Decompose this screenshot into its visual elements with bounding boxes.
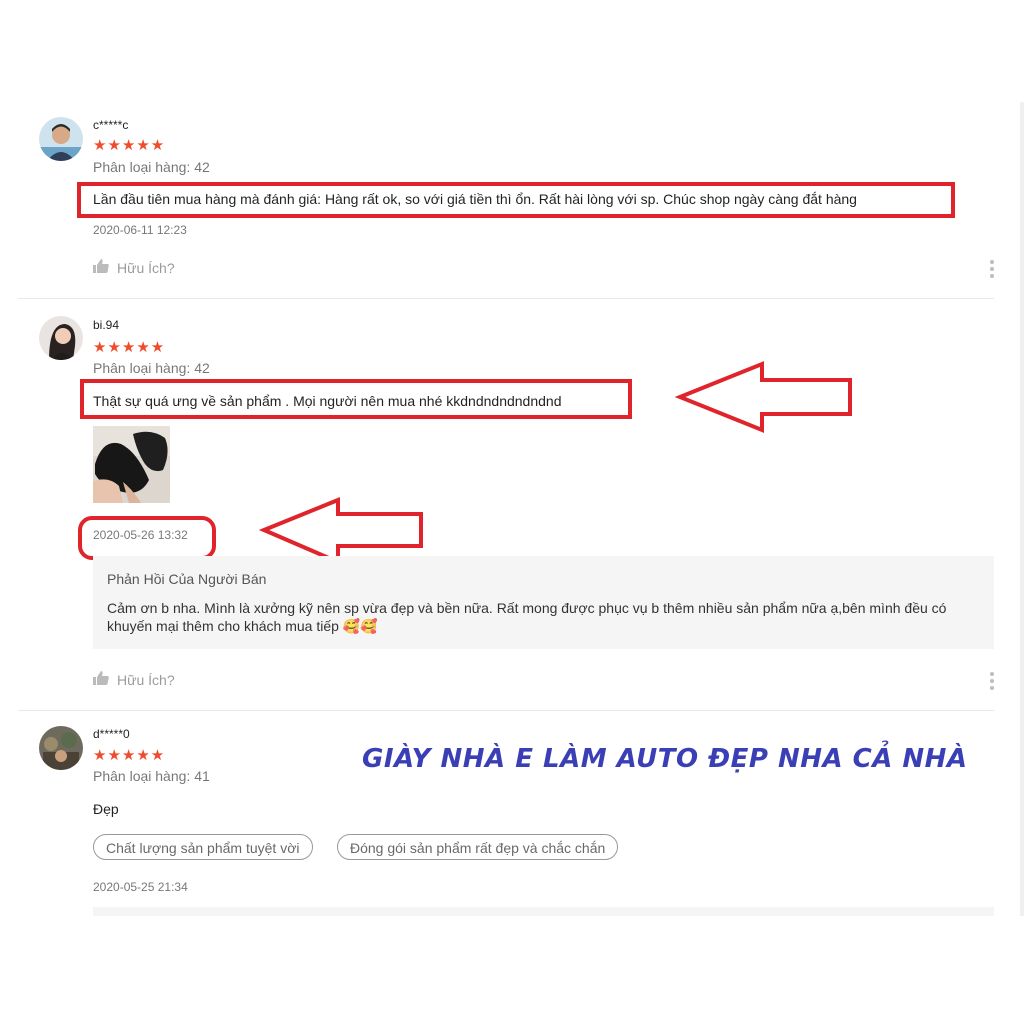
scrollbar[interactable] [1020, 102, 1024, 916]
reviewer-username: bi.94 [93, 318, 120, 332]
variation-label: Phân loại hàng: 42 [93, 159, 210, 175]
avatar[interactable] [39, 316, 83, 360]
seller-reply-text: Cảm ơn b nha. Mình là xưởng kỹ nên sp vừ… [107, 600, 947, 634]
review-photo[interactable] [93, 426, 170, 503]
thumbs-up-icon [93, 671, 109, 688]
review-timestamp: 2020-05-26 13:32 [93, 528, 188, 542]
star-rating: ★★★★★ [93, 137, 166, 154]
variation-label: Phân loại hàng: 41 [93, 768, 210, 784]
review-timestamp: 2020-05-25 21:34 [93, 880, 188, 894]
thumbs-up-icon [93, 259, 109, 276]
helpful-button[interactable]: Hữu Ích? [93, 259, 175, 276]
seller-reply-box [93, 907, 994, 916]
review-tag[interactable]: Chất lượng sản phẩm tuyệt vời [93, 834, 313, 860]
star-rating: ★★★★★ [93, 747, 166, 764]
helpful-label: Hữu Ích? [117, 671, 175, 688]
review-tag[interactable]: Đóng gói sản phẩm rất đẹp và chắc chắn [337, 834, 619, 860]
overlay-caption: GIÀY NHÀ E LÀM AUTO ĐẸP NHA CẢ NHÀ [362, 744, 968, 774]
more-options-icon[interactable] [990, 260, 994, 278]
reviewer-username: c*****c [93, 118, 129, 132]
more-options-icon[interactable] [990, 672, 994, 690]
review-timestamp: 2020-06-11 12:23 [93, 223, 187, 237]
review-comment: Thật sự quá ưng về sản phẩm . Mọi người … [93, 393, 562, 409]
review-comment: Lần đầu tiên mua hàng mà đánh giá: Hàng … [93, 191, 857, 207]
reviewer-username: d*****0 [93, 727, 130, 741]
divider [18, 710, 994, 711]
review-comment: Đẹp [93, 801, 119, 817]
helpful-label: Hữu Ích? [117, 259, 175, 276]
seller-reply-title: Phản Hồi Của Người Bán [107, 571, 267, 587]
variation-label: Phân loại hàng: 42 [93, 360, 210, 376]
annotation-arrow [674, 361, 852, 433]
seller-reply-box: Phản Hồi Của Người Bán Cảm ơn b nha. Mìn… [93, 556, 994, 649]
divider [18, 298, 994, 299]
star-rating: ★★★★★ [93, 339, 166, 356]
helpful-button[interactable]: Hữu Ích? [93, 671, 175, 688]
avatar[interactable] [39, 117, 83, 161]
avatar[interactable] [39, 726, 83, 770]
